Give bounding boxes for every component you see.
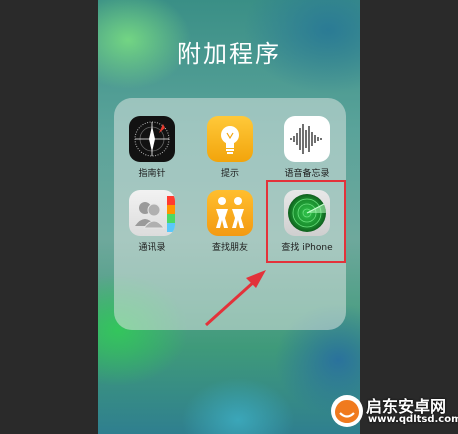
arrow-annotation bbox=[204, 270, 266, 327]
watermark: 启东安卓网 www.qdltsd.com bbox=[330, 390, 458, 434]
watermark-logo-icon bbox=[331, 395, 363, 427]
arrow-shaft bbox=[204, 278, 258, 327]
watermark-url: www.qdltsd.com bbox=[368, 414, 458, 425]
